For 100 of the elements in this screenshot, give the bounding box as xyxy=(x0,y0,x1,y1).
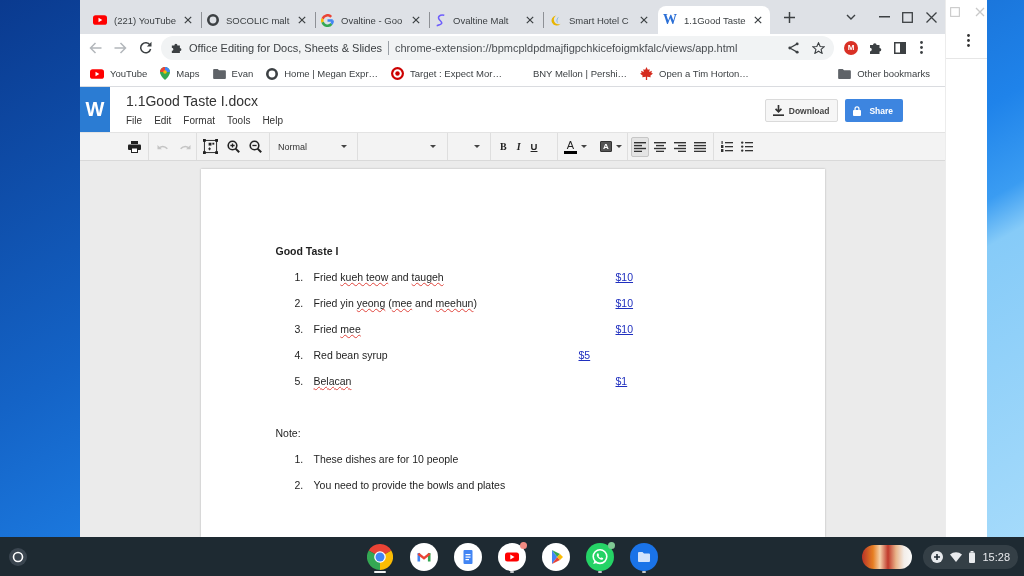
launcher-icon[interactable] xyxy=(9,547,27,566)
menu-item[interactable]: Edit xyxy=(154,115,172,127)
menu-item[interactable]: Tools xyxy=(227,115,251,127)
caret-icon[interactable] xyxy=(474,145,480,148)
maple-leaf-icon xyxy=(640,67,654,80)
note-label: Note: xyxy=(275,426,301,440)
mail-app-icon[interactable] xyxy=(410,542,438,571)
zoom-out-icon[interactable] xyxy=(249,140,262,153)
highlight-button[interactable]: A xyxy=(600,141,612,152)
price-link[interactable]: $1 xyxy=(615,374,628,388)
list-number: 1. xyxy=(294,452,304,466)
close-icon[interactable] xyxy=(412,16,420,24)
menu-item[interactable]: Help xyxy=(262,115,283,127)
align-center-icon xyxy=(654,141,666,152)
menu-item[interactable]: File xyxy=(126,115,143,127)
close-icon[interactable] xyxy=(298,16,306,24)
bookmark-item[interactable]: BNY Mellon | Pershi… xyxy=(514,67,628,80)
align-right-icon xyxy=(674,141,686,152)
share-button[interactable]: Share xyxy=(845,99,903,122)
list-item-text: You need to provide the bowls and plates xyxy=(313,478,506,492)
folder-icon xyxy=(838,68,852,79)
close-icon[interactable] xyxy=(926,11,937,23)
reload-icon[interactable] xyxy=(139,41,152,54)
browser-tab[interactable]: Ovaltine Malt xyxy=(430,6,542,34)
wifi-icon xyxy=(950,551,963,562)
bold-button[interactable]: B xyxy=(500,141,507,152)
bookmark-item[interactable]: YouTube xyxy=(90,68,148,79)
ring-icon xyxy=(266,67,279,80)
more-icon[interactable] xyxy=(967,34,970,47)
price-link[interactable]: $10 xyxy=(615,296,634,310)
browser-app-icon[interactable] xyxy=(367,543,393,570)
side-panel-icon[interactable] xyxy=(894,41,906,54)
bookmark-item[interactable]: Maps xyxy=(160,67,200,80)
puzzle-icon[interactable] xyxy=(171,42,182,53)
italic-button[interactable]: I xyxy=(516,141,521,152)
video-app-icon[interactable] xyxy=(498,542,526,571)
browser-tab[interactable]: Smart Hotel C xyxy=(544,6,656,34)
browser-tab[interactable]: Ovaltine - Goo xyxy=(316,6,428,34)
document-app-icon[interactable] xyxy=(454,542,482,571)
bullet-list-icon[interactable] xyxy=(741,141,753,152)
caret-icon[interactable] xyxy=(581,145,587,148)
caret-icon[interactable] xyxy=(341,145,347,148)
curve-logo-icon xyxy=(435,13,446,27)
align-left-icon xyxy=(634,141,646,152)
price-link[interactable]: $10 xyxy=(615,322,634,336)
map-pin-icon xyxy=(160,67,171,80)
caret-icon[interactable] xyxy=(430,145,436,148)
address-bar[interactable]: Office Editing for Docs, Sheets & Slides chrome-extension://bpmcpldpdmajfigpchkicefoigmkfalc/views/app.html xyxy=(161,35,834,60)
star-icon[interactable] xyxy=(812,41,825,54)
minimize-icon[interactable] xyxy=(879,16,890,18)
bookmark-item[interactable]: Home | Megan Expr… xyxy=(266,67,379,80)
ring-icon xyxy=(207,14,219,26)
list-number: 2. xyxy=(294,478,304,492)
folder-icon xyxy=(212,68,226,79)
g-logo-icon xyxy=(321,13,334,27)
plus-icon[interactable] xyxy=(784,11,795,23)
share-icon[interactable] xyxy=(788,41,799,54)
close-icon[interactable] xyxy=(754,16,762,24)
style-dropdown[interactable]: Normal xyxy=(269,133,357,160)
menu-item[interactable]: Format xyxy=(183,115,216,127)
numbered-list-icon[interactable] xyxy=(721,141,733,152)
close-icon[interactable] xyxy=(526,16,534,24)
chat-app-icon[interactable] xyxy=(586,542,614,571)
photo-placeholder[interactable] xyxy=(862,544,913,569)
maximize-icon[interactable] xyxy=(902,11,913,23)
document-title: 1.1Good Taste I.docx xyxy=(126,93,259,110)
close-icon[interactable] xyxy=(184,16,192,24)
underline-button[interactable]: U xyxy=(530,141,538,152)
print-icon[interactable] xyxy=(127,140,141,153)
browser-tab[interactable]: W 1.1Good Taste xyxy=(658,6,770,34)
store-app-icon[interactable] xyxy=(542,542,570,571)
select-frame-icon[interactable] xyxy=(203,139,218,154)
zoom-in-icon[interactable] xyxy=(227,140,240,153)
puzzle-icon[interactable] xyxy=(869,41,882,54)
more-icon[interactable] xyxy=(920,41,923,54)
download-icon xyxy=(772,105,784,116)
browser-tab[interactable]: (221) YouTube xyxy=(88,6,200,34)
bookmark-folder[interactable]: Other bookmarks xyxy=(838,68,930,79)
bookmark-item[interactable]: Open a Tim Horton… xyxy=(640,67,749,80)
text-color-button[interactable]: A xyxy=(564,139,577,154)
extension-badge[interactable]: M xyxy=(844,40,858,55)
clock-time: 15:28 xyxy=(982,550,1010,563)
close-icon[interactable] xyxy=(640,16,648,24)
price-link[interactable]: $5 xyxy=(578,348,591,362)
folder-app-icon[interactable] xyxy=(630,542,658,571)
list-item-text: Fried kueh teow and taugeh xyxy=(313,270,444,284)
play-button-icon xyxy=(90,68,104,79)
crescent-icon xyxy=(549,13,562,27)
chevron-down-icon[interactable] xyxy=(846,14,856,20)
bookmark-item[interactable]: Evan xyxy=(212,68,254,79)
price-link[interactable]: $10 xyxy=(615,270,634,284)
list-number: 2. xyxy=(294,296,304,310)
list-number: 4. xyxy=(294,348,304,362)
align-left-button[interactable] xyxy=(631,136,649,157)
download-button[interactable]: Download xyxy=(764,99,839,122)
bookmark-item[interactable]: Target : Expect Mor… xyxy=(391,67,502,80)
status-tray[interactable]: 15:28 xyxy=(923,544,1018,569)
caret-icon[interactable] xyxy=(616,145,622,148)
browser-tab[interactable]: SOCOLIC malt xyxy=(202,6,314,34)
list-item-text: Red bean syrup xyxy=(313,348,388,362)
